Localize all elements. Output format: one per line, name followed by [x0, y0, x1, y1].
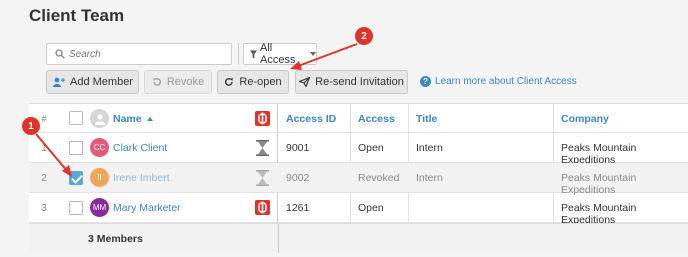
table-header-left: # Name [29, 104, 278, 133]
help-link[interactable]: ? Learn more about Client Access [420, 76, 577, 87]
select-all-checkbox[interactable] [69, 111, 83, 125]
search-icon [55, 49, 65, 59]
avatar: MM [90, 198, 109, 217]
access-filter-dropdown[interactable]: All Access [243, 42, 317, 66]
reopen-label: Re-open [239, 76, 282, 88]
col-header-name-label: Name [113, 113, 142, 125]
table-row[interactable]: 2 II Irene Imbert [29, 163, 278, 193]
avatar: II [90, 168, 109, 187]
access-id-cell: 1261 [286, 202, 310, 214]
resend-invitation-button[interactable]: Re-send Invitation [295, 70, 408, 94]
title-cell: Intern [416, 172, 443, 184]
row-number: 3 [41, 203, 47, 214]
add-member-button[interactable]: Add Member [46, 70, 139, 94]
access-filter-label: All Access [260, 42, 296, 66]
table-header-right: Access ID Access Title Company [278, 104, 688, 133]
revoke-button[interactable]: Revoke [144, 70, 212, 94]
hourglass-icon [255, 170, 270, 189]
help-icon: ? [420, 76, 431, 87]
toolbar-divider [238, 43, 239, 65]
member-name-link[interactable]: Irene Imbert [113, 172, 170, 184]
annotation-marker-1: 1 [22, 117, 40, 135]
members-count: 3 Members [88, 233, 143, 245]
open-badge-icon [255, 111, 270, 129]
members-table: # Name 1 CC Clark Client 2 II Irene Imbe… [29, 103, 688, 253]
col-header-company[interactable]: Company [561, 113, 609, 125]
access-cell: Open [358, 202, 384, 214]
col-header-access-id[interactable]: Access ID [286, 113, 336, 125]
avatar-placeholder-icon [90, 109, 109, 128]
table-row[interactable]: 9001 Open Intern Peaks Mountain Expediti… [278, 133, 688, 166]
row-number: 1 [41, 143, 47, 154]
undo-icon [153, 77, 161, 86]
revoke-label: Revoke [166, 76, 205, 88]
resend-invitation-label: Re-send Invitation [315, 76, 404, 88]
footer-separator [278, 224, 279, 253]
access-id-cell: 9001 [286, 142, 310, 154]
help-link-label: Learn more about Client Access [435, 76, 577, 87]
add-member-label: Add Member [70, 76, 133, 88]
row-number: 2 [41, 173, 47, 184]
access-cell: Open [358, 142, 384, 154]
send-icon [299, 77, 311, 87]
access-cell: Revoked [358, 172, 400, 184]
add-user-icon [53, 77, 65, 87]
row-checkbox[interactable] [69, 171, 83, 185]
col-header-access[interactable]: Access [358, 113, 395, 125]
col-header-name[interactable]: Name [113, 113, 153, 125]
refresh-icon [225, 77, 234, 86]
table-row[interactable]: 1261 Open Peaks Mountain Expeditions [278, 193, 688, 226]
open-badge-icon [255, 200, 270, 218]
row-checkbox[interactable] [69, 201, 83, 215]
table-row[interactable]: 9002 Revoked Intern Peaks Mountain Exped… [278, 163, 688, 196]
annotation-marker-2: 2 [355, 27, 373, 45]
table-row[interactable]: 3 MM Mary Marketer [29, 193, 278, 223]
member-name-link[interactable]: Mary Marketer [113, 202, 181, 214]
search-input[interactable] [69, 48, 219, 60]
hourglass-icon [255, 140, 270, 159]
avatar: CC [90, 138, 109, 157]
chevron-down-icon [310, 52, 316, 56]
table-row[interactable]: 1 CC Clark Client [29, 133, 278, 163]
row-checkbox[interactable] [69, 141, 83, 155]
reopen-button[interactable]: Re-open [217, 70, 289, 94]
sort-ascending-icon [146, 117, 153, 122]
title-cell: Intern [416, 142, 443, 154]
filter-icon [250, 50, 258, 58]
page-title: Client Team [29, 6, 125, 25]
col-header-title[interactable]: Title [416, 113, 437, 125]
table-footer: 3 Members [29, 223, 688, 253]
access-id-cell: 9002 [286, 172, 310, 184]
member-name-link[interactable]: Clark Client [113, 142, 167, 154]
search-box[interactable] [46, 43, 232, 65]
